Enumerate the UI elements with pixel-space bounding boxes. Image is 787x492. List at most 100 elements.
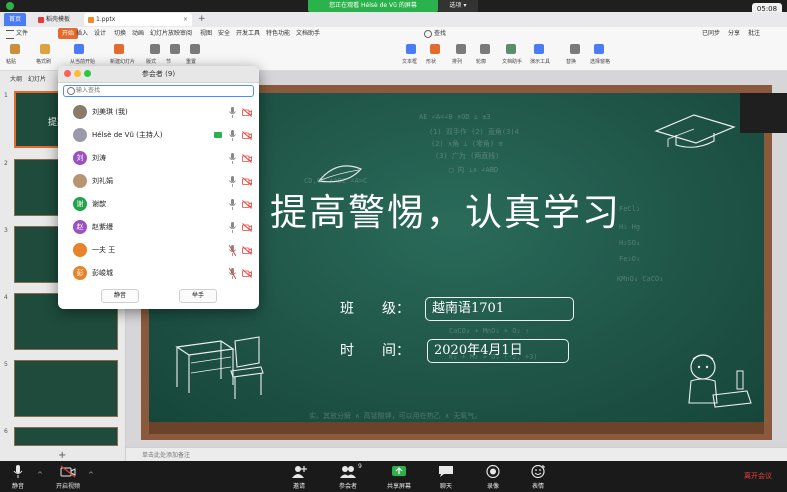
participants-button[interactable]: 9 参会者 bbox=[326, 463, 370, 491]
video-options-chevron-icon[interactable]: ^ bbox=[88, 471, 94, 479]
microphone-icon[interactable] bbox=[229, 153, 236, 164]
ribbon-tool-icon[interactable] bbox=[456, 44, 466, 54]
date-value-box[interactable]: 2020年4月1日 bbox=[427, 339, 569, 363]
video-off-icon[interactable] bbox=[242, 108, 252, 117]
ribbon-tool-label: 版式 bbox=[146, 59, 157, 65]
new-tab-button[interactable]: + bbox=[194, 13, 206, 26]
ribbon-right-item[interactable]: 已同步 bbox=[702, 30, 720, 37]
participant-row[interactable]: 刘刘涛 bbox=[58, 147, 259, 170]
pptx-file-icon bbox=[88, 16, 94, 23]
ribbon-tool-icon[interactable] bbox=[190, 44, 200, 54]
participant-row[interactable]: 彭彭峻城 bbox=[58, 262, 259, 285]
participant-search-input[interactable] bbox=[76, 86, 246, 95]
microphone-icon[interactable] bbox=[229, 199, 236, 210]
mute-button[interactable]: 静音 bbox=[0, 463, 40, 491]
slide-thumbnail[interactable] bbox=[14, 427, 118, 446]
tab-outline[interactable]: 大纲 bbox=[10, 76, 22, 83]
participant-row[interactable]: 赵赵紫缦 bbox=[58, 216, 259, 239]
microphone-icon[interactable] bbox=[229, 130, 236, 141]
raise-hand-button[interactable]: 举手 bbox=[179, 289, 217, 303]
participant-row[interactable]: 刘礼娟 bbox=[58, 170, 259, 193]
slide-thumbnail[interactable] bbox=[14, 360, 118, 417]
menu-item[interactable]: 切换 bbox=[114, 28, 126, 39]
menu-item[interactable]: 视图 bbox=[200, 28, 212, 39]
ribbon-right-item[interactable]: 分享 bbox=[728, 30, 740, 37]
participant-row[interactable]: 刘美琪 (我) bbox=[58, 101, 259, 124]
menu-item[interactable]: 设计 bbox=[94, 28, 106, 39]
menu-item[interactable]: 文件 bbox=[16, 28, 28, 39]
video-off-icon[interactable] bbox=[242, 131, 252, 140]
microphone-muted-icon[interactable] bbox=[229, 245, 236, 256]
video-off-icon[interactable] bbox=[242, 200, 252, 209]
chat-button[interactable]: 聊天 bbox=[424, 463, 468, 491]
tab-home[interactable]: 首页 bbox=[4, 13, 26, 26]
ribbon-tool-icon[interactable] bbox=[114, 44, 124, 54]
video-off-icon[interactable] bbox=[242, 154, 252, 163]
ribbon-right-item[interactable]: 批注 bbox=[748, 30, 760, 37]
ribbon-tool-icon[interactable] bbox=[150, 44, 160, 54]
ribbon-tool-icon[interactable] bbox=[480, 44, 490, 54]
start-video-button[interactable]: 开启视频 bbox=[46, 463, 90, 491]
microphone-icon[interactable] bbox=[229, 176, 236, 187]
ribbon-tool-icon[interactable] bbox=[430, 44, 440, 54]
ribbon-tool-icon[interactable] bbox=[594, 44, 604, 54]
menu-item[interactable]: 插入 bbox=[76, 28, 88, 39]
ribbon-tool-icon[interactable] bbox=[534, 44, 544, 54]
add-slide-button[interactable]: + bbox=[58, 450, 66, 461]
search-icon[interactable] bbox=[424, 30, 432, 38]
video-off-icon bbox=[60, 465, 76, 478]
share-screen-button[interactable]: 共享屏幕 bbox=[377, 463, 421, 491]
notes-placeholder[interactable]: 单击此处添加备注 bbox=[142, 450, 190, 459]
video-off-icon[interactable] bbox=[242, 177, 252, 186]
tab-template[interactable]: 稻壳模板 bbox=[34, 13, 82, 26]
participant-row[interactable]: 一夫 王 bbox=[58, 239, 259, 262]
menu-item[interactable]: 审阅 bbox=[180, 28, 192, 39]
menu-item[interactable]: 幻灯片放映 bbox=[150, 28, 180, 39]
audio-options-chevron-icon[interactable]: ^ bbox=[37, 471, 43, 479]
leave-meeting-button[interactable]: 离开会议 bbox=[744, 471, 772, 481]
participant-row[interactable]: Hélsè de Vũ (主持人) bbox=[58, 124, 259, 147]
invite-button[interactable]: 邀请 bbox=[277, 463, 321, 491]
microphone-icon[interactable] bbox=[229, 107, 236, 118]
tab-slides[interactable]: 幻灯片 bbox=[28, 76, 46, 83]
ribbon-tool-icon[interactable] bbox=[10, 44, 20, 54]
avatar bbox=[73, 243, 87, 257]
ribbon-tool-icon[interactable] bbox=[74, 44, 84, 54]
video-off-icon[interactable] bbox=[242, 223, 252, 232]
menu-item[interactable]: 开始 bbox=[58, 28, 79, 39]
view-options-button[interactable]: 选项 ▾ bbox=[438, 0, 478, 12]
reactions-button[interactable]: 表情 bbox=[516, 463, 560, 491]
ribbon-tool-label: 重置 bbox=[186, 59, 197, 65]
ribbon-tool-icon[interactable] bbox=[506, 44, 516, 54]
mute-all-button[interactable]: 静音 bbox=[101, 289, 139, 303]
ribbon-tool-icon[interactable] bbox=[40, 44, 50, 54]
participant-name: 赵紫缦 bbox=[92, 223, 113, 231]
record-button[interactable]: 录像 bbox=[471, 463, 515, 491]
avatar: 赵 bbox=[73, 220, 87, 234]
ribbon-tool-icon[interactable] bbox=[406, 44, 416, 54]
shared-region-overlay bbox=[740, 93, 787, 133]
ribbon-tool-label: 从当前开始 bbox=[70, 59, 96, 65]
menu-item[interactable]: 文档助手 bbox=[296, 28, 320, 39]
ribbon-tool-icon[interactable] bbox=[170, 44, 180, 54]
menu-item[interactable]: 安全 bbox=[218, 28, 230, 39]
ribbon-tool-icon[interactable] bbox=[570, 44, 580, 54]
video-off-icon[interactable] bbox=[242, 246, 252, 255]
participant-search[interactable] bbox=[63, 85, 254, 97]
class-value-box[interactable]: 越南语1701 bbox=[425, 297, 574, 321]
slide-title[interactable]: 提高警惕，认真学习 bbox=[270, 182, 670, 236]
ribbon-tool-label: 演示工具 bbox=[530, 59, 551, 65]
ribbon-search[interactable]: 查找 bbox=[434, 28, 446, 39]
participant-row[interactable]: 谢谢歆 bbox=[58, 193, 259, 216]
menu-item[interactable]: 开发工具 bbox=[236, 28, 260, 39]
microphone-icon[interactable] bbox=[229, 222, 236, 233]
video-off-icon[interactable] bbox=[242, 269, 252, 278]
close-tab-icon[interactable]: × bbox=[183, 13, 188, 26]
ribbon-tool-label: 节 bbox=[166, 59, 172, 65]
microphone-muted-icon[interactable] bbox=[229, 268, 236, 279]
tab-document[interactable]: 1.pptx × bbox=[84, 13, 192, 26]
menu-item[interactable]: 动画 bbox=[132, 28, 144, 39]
menu-item[interactable]: 特色功能 bbox=[266, 28, 290, 39]
hamburger-icon[interactable] bbox=[6, 30, 14, 39]
time-label: 时 间： bbox=[340, 343, 410, 359]
